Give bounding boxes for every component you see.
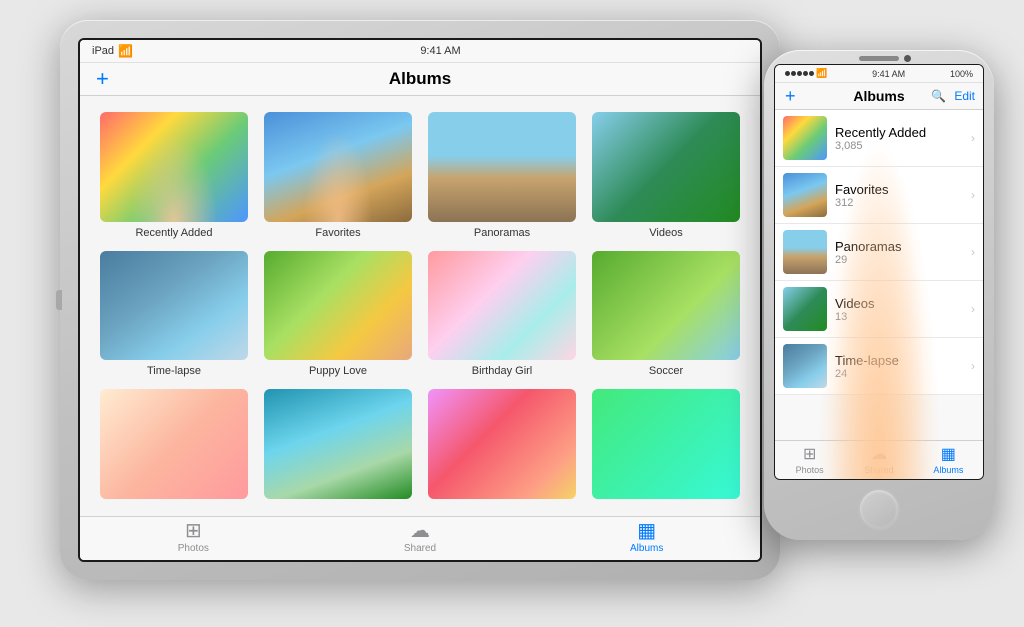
signal-dot-4 <box>803 71 808 76</box>
ipad-album-birthday-girl[interactable]: Birthday Girl <box>428 251 576 378</box>
iphone-screen-border: 📶 9:41 AM 100% + Albums 🔍 Edit <box>774 64 984 480</box>
ipad-tab-shared-label: Shared <box>404 543 436 554</box>
signal-dot-1 <box>785 71 790 76</box>
iphone-signal <box>785 71 814 76</box>
iphone-speaker <box>859 56 899 61</box>
ipad-album-label-puppy-love: Puppy Love <box>309 365 367 377</box>
iphone-camera <box>904 55 911 62</box>
ipad-tabbar: ⊞ Photos ☁ Shared ▦ Albums <box>80 516 760 560</box>
iphone-status-left: 📶 <box>785 68 827 79</box>
ipad-tab-photos-label: Photos <box>178 543 209 554</box>
ipad-album-label-panoramas: Panoramas <box>474 227 530 239</box>
ipad-navbar: + Albums <box>80 63 760 96</box>
ipad-tab-albums-label: Albums <box>630 543 663 554</box>
ipad-wifi-icon: 📶 <box>118 44 133 58</box>
ipad-album-row3b[interactable] <box>264 389 412 516</box>
iphone-chevron-favorites: › <box>971 188 975 202</box>
signal-dot-3 <box>797 71 802 76</box>
ipad-status-left: iPad 📶 <box>92 44 133 58</box>
ipad-thumb-birthday-girl <box>428 251 576 361</box>
iphone-battery: 100% <box>950 69 973 79</box>
iphone-chevron-timelapse: › <box>971 359 975 373</box>
ipad-album-puppy-love[interactable]: Puppy Love <box>264 251 412 378</box>
ipad-thumb-puppy-love <box>264 251 412 361</box>
iphone-navbar-actions: 🔍 Edit <box>931 89 975 103</box>
ipad-screen-border: iPad 📶 9:41 AM + Albums Recently Added <box>78 38 762 562</box>
ipad-album-row3c[interactable] <box>428 389 576 516</box>
ipad-device: iPad 📶 9:41 AM + Albums Recently Added <box>60 20 780 580</box>
ipad-thumb-row3d <box>592 389 740 499</box>
ipad-tab-albums[interactable]: ▦ Albums <box>533 521 760 554</box>
ipad-album-label-videos: Videos <box>649 227 682 239</box>
ipad-album-label-recently-added: Recently Added <box>135 227 212 239</box>
ipad-shared-icon: ☁ <box>410 521 430 541</box>
ipad-thumb-videos <box>592 112 740 222</box>
iphone-device: 📶 9:41 AM 100% + Albums 🔍 Edit <box>764 50 994 540</box>
ipad-album-label-birthday-girl: Birthday Girl <box>472 365 533 377</box>
ipad-album-label-soccer: Soccer <box>649 365 683 377</box>
iphone-page-title: Albums <box>853 88 904 104</box>
ipad-thumb-timelapse <box>100 251 248 361</box>
iphone-screen: 📶 9:41 AM 100% + Albums 🔍 Edit <box>775 65 983 479</box>
iphone-albums-icon: ▦ <box>941 444 956 464</box>
ipad-album-videos[interactable]: Videos <box>592 112 740 239</box>
iphone-thumb-recently-added <box>783 116 827 160</box>
ipad-album-recently-added[interactable]: Recently Added <box>100 112 248 239</box>
ipad-device-label: iPad <box>92 45 114 57</box>
ipad-thumb-row3a <box>100 389 248 499</box>
ipad-album-panoramas[interactable]: Panoramas <box>428 112 576 239</box>
ipad-album-label-favorites: Favorites <box>315 227 360 239</box>
ipad-thumb-row3b <box>264 389 412 499</box>
signal-dot-2 <box>791 71 796 76</box>
ipad-album-soccer[interactable]: Soccer <box>592 251 740 378</box>
ipad-page-title: Albums <box>389 69 451 89</box>
ipad-photos-icon: ⊞ <box>185 521 202 541</box>
iphone-wifi-icon: 📶 <box>816 68 827 79</box>
iphone-chevron-panoramas: › <box>971 245 975 259</box>
ipad-album-row3d[interactable] <box>592 389 740 516</box>
ipad-tab-shared[interactable]: ☁ Shared <box>307 521 534 554</box>
ipad-album-timelapse[interactable]: Time-lapse <box>100 251 248 378</box>
iphone-chevron-videos: › <box>971 302 975 316</box>
iphone-time: 9:41 AM <box>872 69 905 79</box>
ipad-album-grid: Recently Added Favorites Panoramas Video… <box>80 96 760 516</box>
ipad-tab-photos[interactable]: ⊞ Photos <box>80 521 307 554</box>
ipad-thumb-favorites <box>264 112 412 222</box>
iphone-photos-icon: ⊞ <box>803 444 816 464</box>
iphone-album-list: Recently Added 3,085 › Favorites 312 › <box>775 110 983 440</box>
ipad-thumb-panoramas <box>428 112 576 222</box>
ipad-album-label-timelapse: Time-lapse <box>147 365 201 377</box>
ipad-screen: iPad 📶 9:41 AM + Albums Recently Added <box>80 40 760 560</box>
ipad-thumb-recently-added <box>100 112 248 222</box>
ipad-albums-icon: ▦ <box>637 521 656 541</box>
iphone-thumb-favorites <box>783 173 827 217</box>
iphone-home-button[interactable] <box>858 488 900 530</box>
ipad-album-row3a[interactable] <box>100 389 248 516</box>
ipad-thumb-soccer <box>592 251 740 361</box>
iphone-album-favorites[interactable]: Favorites 312 › <box>775 167 983 224</box>
ipad-statusbar: iPad 📶 9:41 AM <box>80 40 760 63</box>
iphone-search-button[interactable]: 🔍 <box>931 89 946 103</box>
iphone-edit-button[interactable]: Edit <box>954 89 975 103</box>
signal-dot-5 <box>809 71 814 76</box>
iphone-statusbar: 📶 9:41 AM 100% <box>775 65 983 83</box>
ipad-thumb-row3c <box>428 389 576 499</box>
ipad-time: 9:41 AM <box>420 45 460 57</box>
iphone-chevron-recently-added: › <box>971 131 975 145</box>
ipad-camera-button <box>56 290 62 310</box>
ipad-add-button[interactable]: + <box>96 66 109 92</box>
iphone-add-button[interactable]: + <box>785 86 796 107</box>
ipad-album-favorites[interactable]: Favorites <box>264 112 412 239</box>
